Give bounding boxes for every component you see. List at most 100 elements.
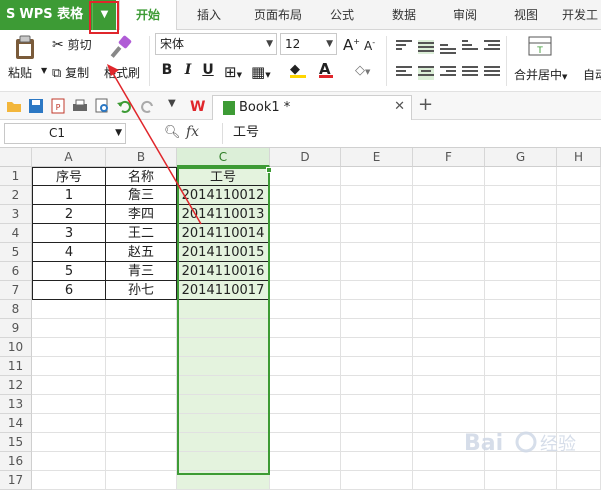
row-header[interactable]: 10 — [0, 338, 32, 357]
table-cell[interactable] — [341, 300, 413, 319]
row-header[interactable]: 12 — [0, 376, 32, 395]
print-preview-icon[interactable] — [94, 98, 110, 114]
table-cell[interactable] — [270, 452, 341, 471]
table-cell[interactable]: 王二 — [106, 224, 177, 243]
table-cell[interactable] — [341, 471, 413, 490]
table-cell[interactable]: 序号 — [32, 167, 106, 186]
tab-review[interactable]: 审阅 — [443, 0, 487, 30]
table-cell[interactable] — [341, 319, 413, 338]
table-cell[interactable] — [177, 300, 270, 319]
table-cell[interactable] — [177, 414, 270, 433]
table-cell[interactable] — [485, 281, 557, 300]
tab-data[interactable]: 数据 — [382, 0, 426, 30]
tab-view[interactable]: 视图 — [504, 0, 548, 30]
table-cell[interactable] — [413, 224, 485, 243]
underline-button[interactable]: U — [199, 62, 217, 78]
row-header[interactable]: 5 — [0, 243, 32, 262]
justify-icon[interactable] — [462, 66, 478, 80]
table-cell[interactable] — [32, 471, 106, 490]
table-cell[interactable]: 5 — [32, 262, 106, 281]
row-header[interactable]: 17 — [0, 471, 32, 490]
clear-format-icon[interactable]: ◇▼ — [355, 63, 370, 78]
row-header[interactable]: 16 — [0, 452, 32, 471]
customize-toolbar-icon[interactable]: ▼ — [168, 98, 184, 114]
table-cell[interactable] — [270, 186, 341, 205]
copy-button[interactable]: ⧉ 复制 — [52, 64, 89, 81]
row-header[interactable]: 4 — [0, 224, 32, 243]
align-bottom-icon[interactable] — [440, 40, 456, 54]
table-cell[interactable] — [270, 376, 341, 395]
app-dropdown-button[interactable]: ▼ — [92, 0, 116, 30]
table-cell[interactable]: 名称 — [106, 167, 177, 186]
table-cell[interactable]: 6 — [32, 281, 106, 300]
table-cell[interactable]: 2014110012 — [177, 186, 270, 205]
fill-pattern-icon[interactable]: ▦▼ — [251, 63, 271, 81]
table-cell[interactable] — [557, 338, 601, 357]
table-cell[interactable] — [177, 395, 270, 414]
column-header-h[interactable]: H — [557, 148, 601, 167]
table-cell[interactable]: 2 — [32, 205, 106, 224]
table-cell[interactable] — [177, 452, 270, 471]
fill-color-button[interactable]: ◆ — [290, 62, 306, 78]
column-header-a[interactable]: A — [32, 148, 106, 167]
column-header-e[interactable]: E — [341, 148, 413, 167]
table-cell[interactable] — [177, 319, 270, 338]
table-cell[interactable] — [413, 243, 485, 262]
row-header[interactable]: 7 — [0, 281, 32, 300]
table-cell[interactable] — [177, 433, 270, 452]
column-header-c[interactable]: C — [177, 148, 270, 167]
table-cell[interactable] — [485, 300, 557, 319]
orientation-icon[interactable] — [462, 40, 478, 54]
formula-input[interactable]: 工号 — [222, 123, 598, 144]
table-cell[interactable] — [485, 376, 557, 395]
row-header[interactable]: 2 — [0, 186, 32, 205]
font-size-select[interactable]: 12 ▼ — [280, 33, 337, 55]
table-cell[interactable] — [413, 167, 485, 186]
align-center-icon[interactable] — [418, 66, 434, 80]
column-header-g[interactable]: G — [485, 148, 557, 167]
column-header-f[interactable]: F — [413, 148, 485, 167]
table-cell[interactable] — [557, 205, 601, 224]
row-header[interactable]: 9 — [0, 319, 32, 338]
redo-icon[interactable] — [140, 98, 156, 114]
table-cell[interactable]: 2014110017 — [177, 281, 270, 300]
cut-button[interactable]: ✂ 剪切 — [52, 36, 92, 53]
table-cell[interactable]: 4 — [32, 243, 106, 262]
align-left-icon[interactable] — [396, 66, 412, 80]
table-cell[interactable]: 詹三 — [106, 186, 177, 205]
table-cell[interactable] — [341, 433, 413, 452]
table-cell[interactable] — [485, 357, 557, 376]
format-painter-button[interactable] — [108, 34, 134, 63]
table-cell[interactable] — [341, 357, 413, 376]
table-cell[interactable] — [485, 186, 557, 205]
table-cell[interactable] — [413, 186, 485, 205]
fx-icon[interactable]: fx — [186, 124, 199, 140]
table-cell[interactable]: 2014110013 — [177, 205, 270, 224]
app-menu-button[interactable]: S WPS 表格 — [0, 0, 92, 30]
align-top-icon[interactable] — [396, 40, 412, 54]
table-cell[interactable] — [413, 338, 485, 357]
table-cell[interactable] — [106, 395, 177, 414]
align-right-icon[interactable] — [440, 66, 456, 80]
print-icon[interactable] — [72, 98, 88, 114]
auto-wrap-label[interactable]: 自动 — [583, 66, 601, 83]
table-cell[interactable]: 孙七 — [106, 281, 177, 300]
table-cell[interactable] — [341, 376, 413, 395]
table-cell[interactable] — [32, 433, 106, 452]
paste-label[interactable]: 粘贴 — [8, 64, 32, 81]
table-cell[interactable] — [557, 300, 601, 319]
table-cell[interactable] — [270, 262, 341, 281]
column-header-b[interactable]: B — [106, 148, 177, 167]
table-cell[interactable] — [341, 167, 413, 186]
table-cell[interactable] — [177, 338, 270, 357]
table-cell[interactable] — [341, 338, 413, 357]
table-cell[interactable] — [177, 471, 270, 490]
document-tab[interactable]: Book1 * ✕ — [212, 95, 412, 120]
tab-page-layout[interactable]: 页面布局 — [245, 0, 311, 30]
table-cell[interactable] — [177, 357, 270, 376]
table-cell[interactable] — [557, 395, 601, 414]
export-pdf-icon[interactable]: P — [50, 98, 66, 114]
tab-developer[interactable]: 开发工 — [562, 0, 601, 30]
table-cell[interactable] — [557, 224, 601, 243]
table-cell[interactable] — [270, 281, 341, 300]
